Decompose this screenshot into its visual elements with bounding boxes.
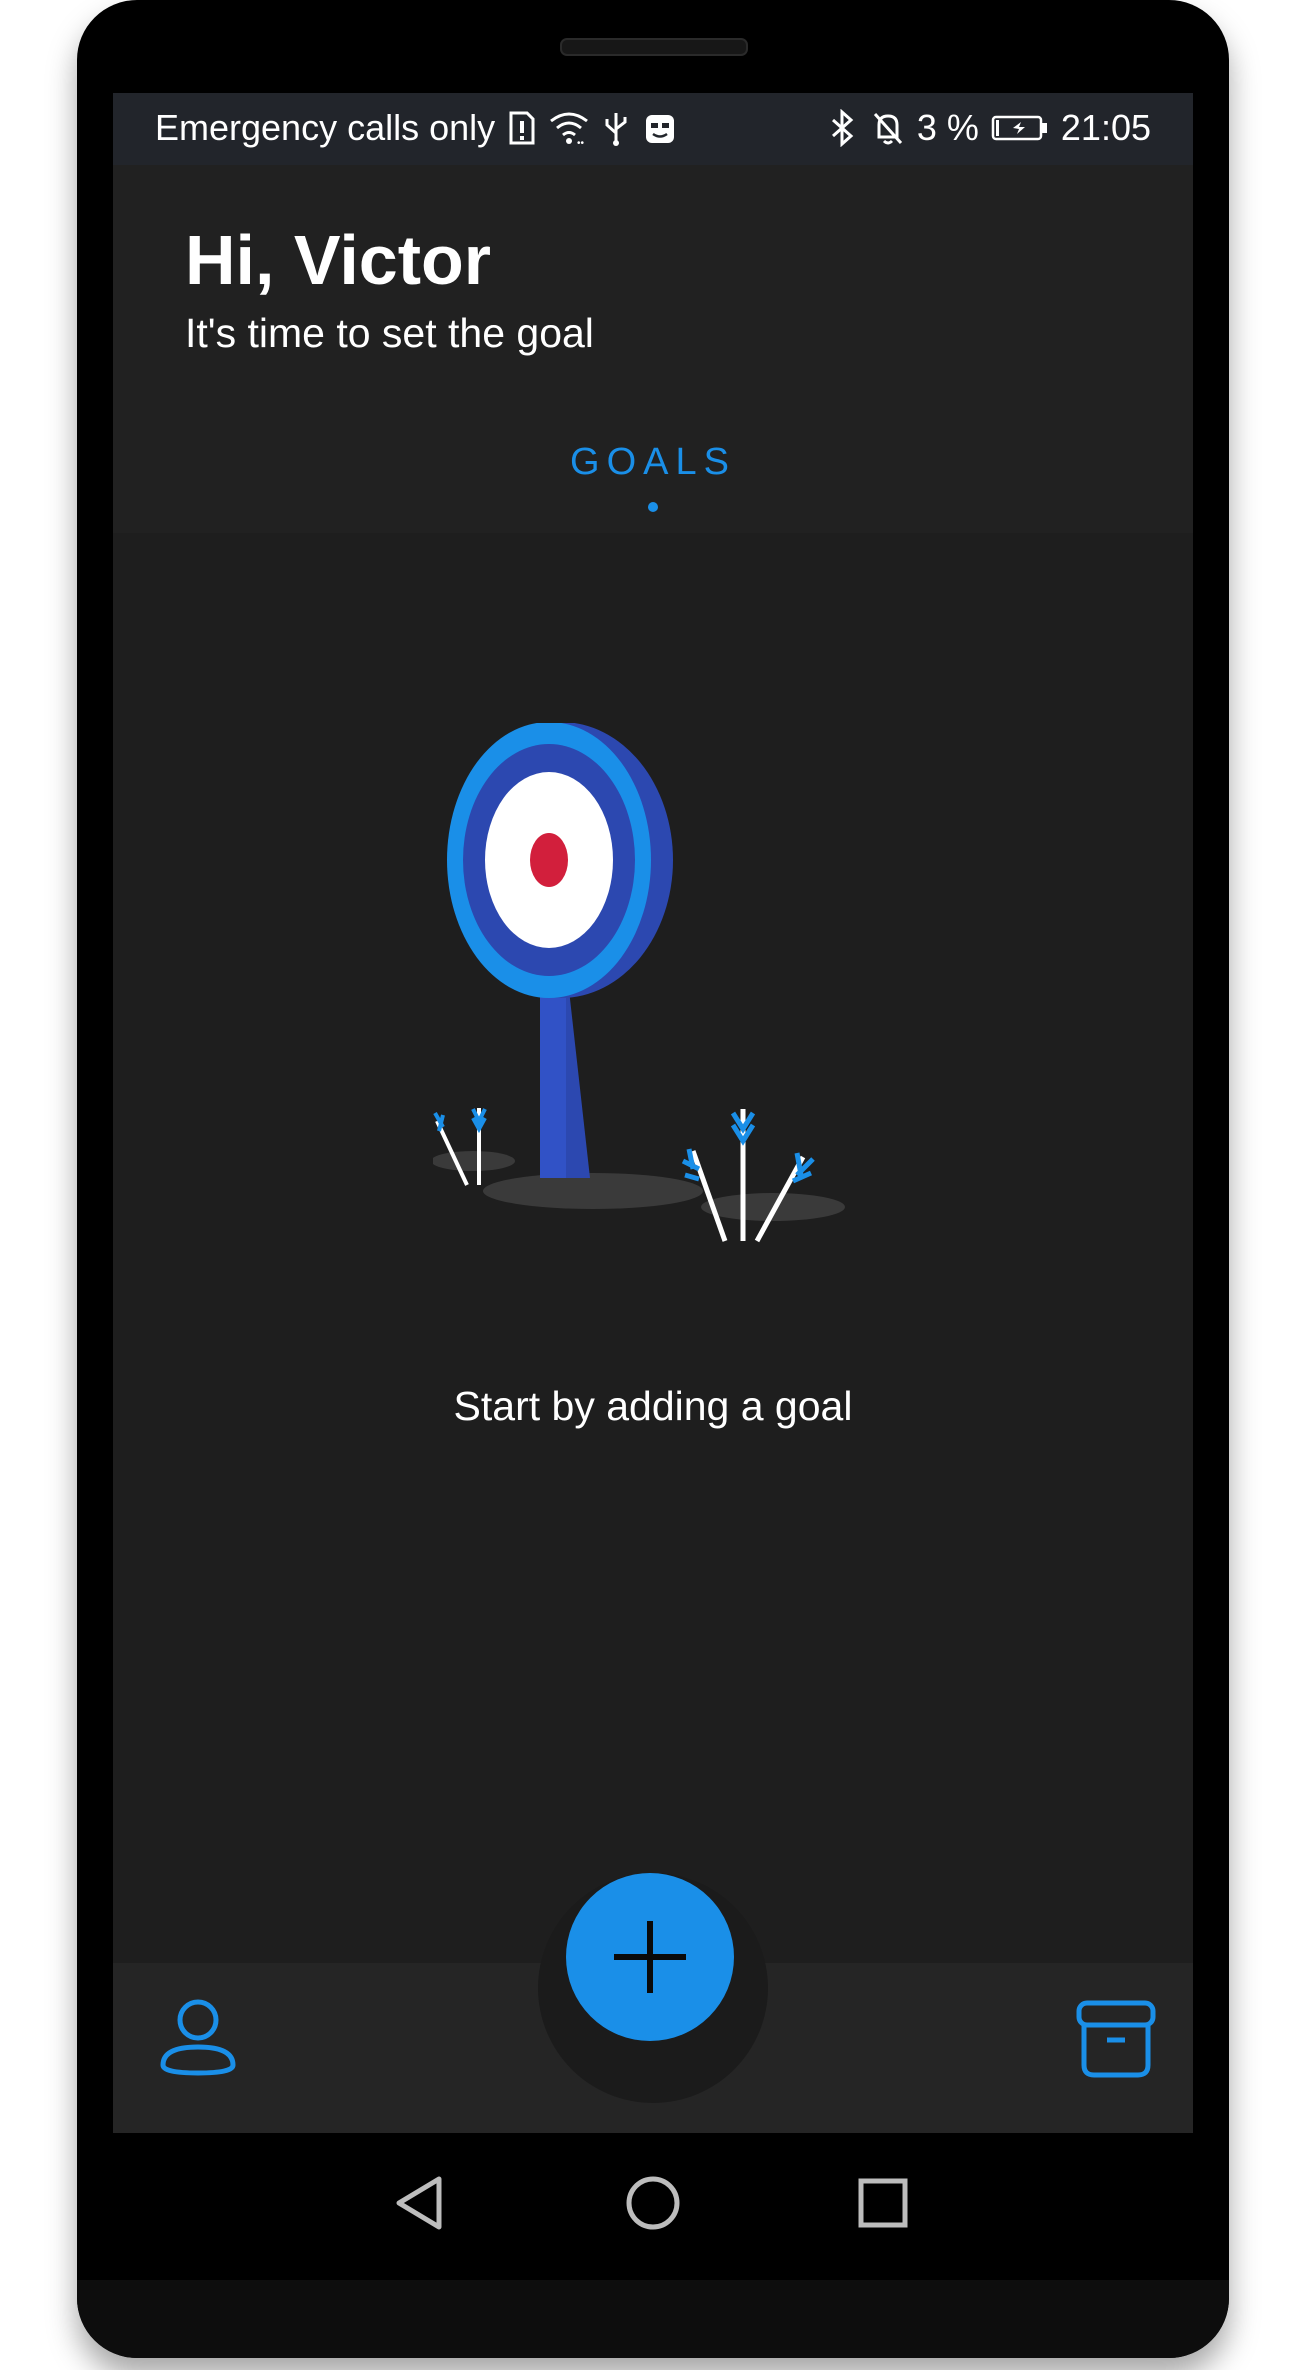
speaker-grille — [560, 38, 748, 56]
recents-icon[interactable] — [853, 2173, 913, 2233]
profile-icon[interactable] — [155, 1995, 241, 2081]
phone-chin — [77, 2280, 1229, 2358]
cat-face-icon — [646, 115, 675, 143]
android-nav-bar — [113, 2133, 1193, 2273]
status-right: 3 % 21:05 — [825, 107, 1151, 149]
usb-icon — [605, 113, 627, 146]
bluetooth-icon — [831, 109, 854, 147]
bell-off-icon — [873, 112, 902, 145]
status-bar: Emergency calls only •• 3 % 21:05 — [113, 93, 1193, 165]
svg-text:••: •• — [577, 138, 585, 147]
target-with-arrows-illustration — [433, 723, 845, 1243]
battery-text: 3 % — [916, 107, 979, 148]
home-icon[interactable] — [623, 2173, 683, 2233]
greeting-subtitle: It's time to set the goal — [185, 310, 594, 356]
add-goal-button[interactable] — [566, 1873, 734, 2041]
status-left: Emergency calls only •• — [155, 107, 677, 149]
app-header: Hi, Victor It's time to set the goal GOA… — [113, 165, 1193, 533]
archive-icon[interactable] — [1073, 1995, 1159, 2081]
clock-text: 21:05 — [1060, 107, 1151, 148]
tab-goals[interactable]: GOALS — [113, 441, 1193, 484]
sim-alert-icon — [509, 111, 535, 145]
wifi-icon: •• — [550, 112, 589, 147]
tab-active-indicator — [648, 502, 658, 512]
back-icon[interactable] — [389, 2173, 449, 2233]
greeting-title: Hi, Victor — [185, 221, 492, 299]
empty-state-message: Start by adding a goal — [453, 1383, 853, 1429]
carrier-text: Emergency calls only — [155, 107, 496, 148]
battery-charging-icon — [991, 115, 1047, 141]
app-screen: Emergency calls only •• 3 % 21:05 Hi, Vi… — [113, 93, 1193, 2133]
plus-icon — [614, 1921, 686, 1993]
